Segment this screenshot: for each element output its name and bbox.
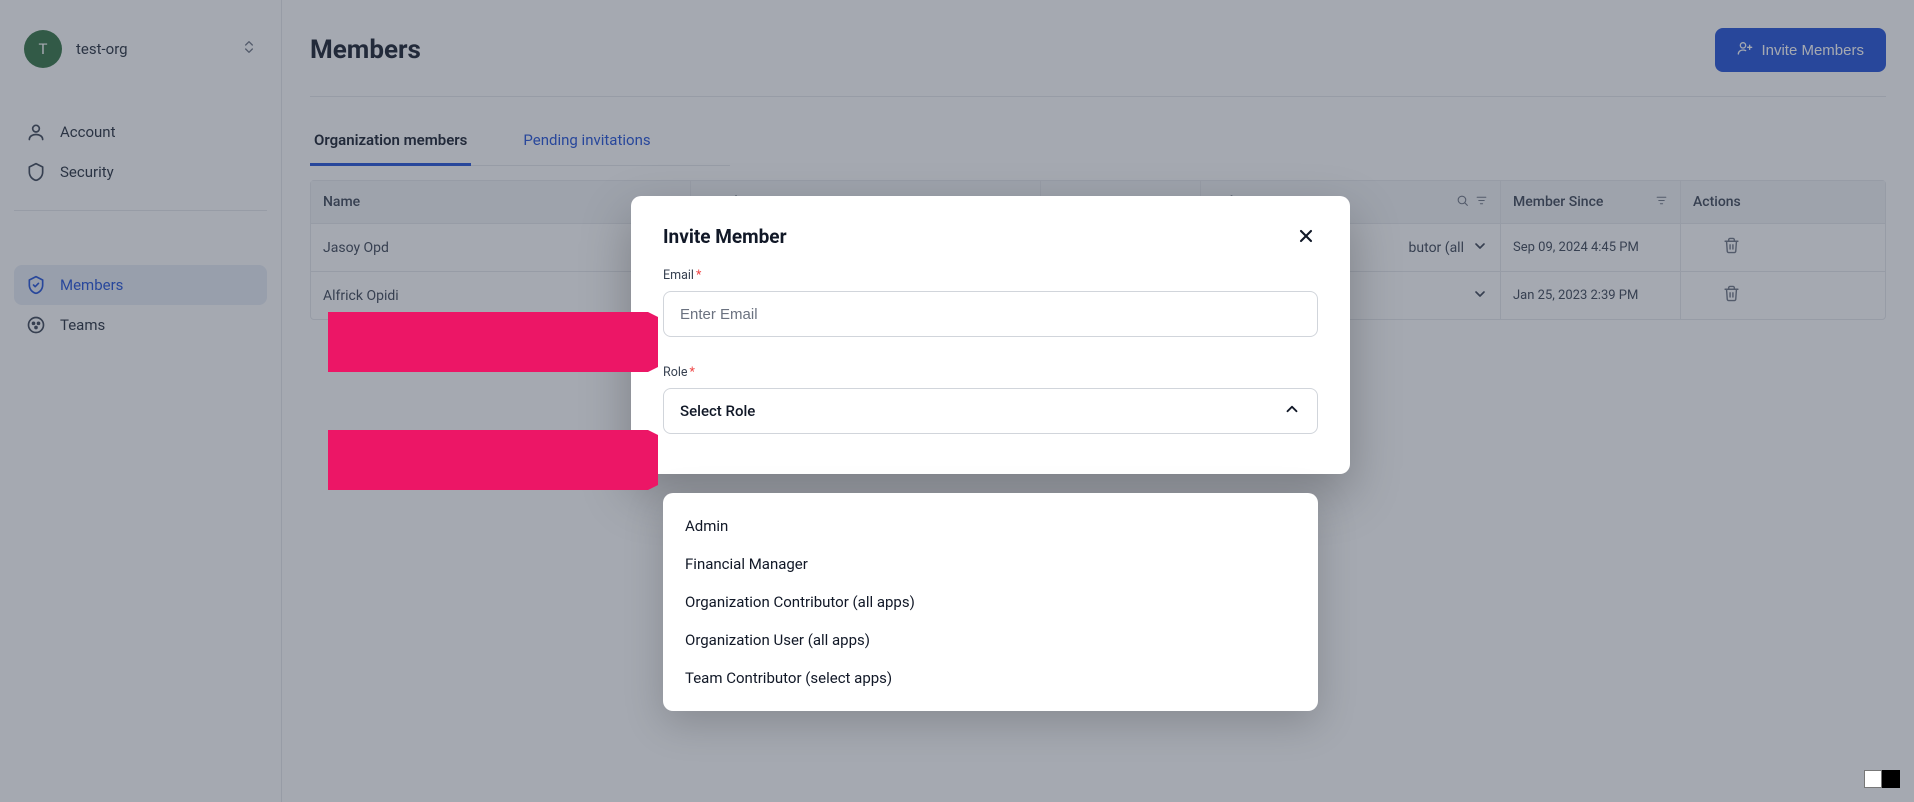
option-label: Organization User (all apps) [685,631,870,649]
role-option-org-contributor[interactable]: Organization Contributor (all apps) [663,583,1318,621]
modal-header: Invite Member [663,224,1318,248]
invite-member-modal: Invite Member Email* Role* Select Role [631,196,1350,474]
email-label: Email* [663,268,1318,283]
role-option-team-contributor[interactable]: Team Contributor (select apps) [663,659,1318,697]
option-label: Team Contributor (select apps) [685,669,892,687]
role-option-admin[interactable]: Admin [663,507,1318,545]
role-dropdown: Admin Financial Manager Organization Con… [663,493,1318,711]
corner-decoration [1864,770,1900,788]
chevron-up-icon [1283,400,1301,422]
option-label: Admin [685,517,728,535]
role-label: Role* [663,365,1318,380]
option-label: Organization Contributor (all apps) [685,593,915,611]
close-icon[interactable] [1294,224,1318,248]
option-label: Financial Manager [685,555,808,573]
label-text: Email [663,268,694,283]
role-option-org-user[interactable]: Organization User (all apps) [663,621,1318,659]
select-placeholder: Select Role [680,402,755,420]
email-input[interactable] [663,291,1318,337]
label-text: Role [663,365,688,380]
modal-title: Invite Member [663,225,787,248]
role-option-financial-manager[interactable]: Financial Manager [663,545,1318,583]
role-select[interactable]: Select Role [663,388,1318,434]
